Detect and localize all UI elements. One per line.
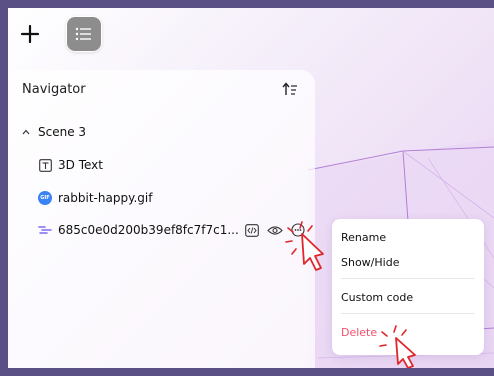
- app-window: Navigator Scene 3 3D Text GIF rabbit-hap…: [8, 8, 494, 368]
- tree-item-3d-text[interactable]: 3D Text: [38, 158, 103, 172]
- menu-divider: [341, 313, 474, 314]
- tree-item-label: rabbit-happy.gif: [58, 191, 153, 205]
- gif-badge-text: GIF: [40, 195, 50, 201]
- scene-label: Scene 3: [38, 125, 87, 139]
- pointer-cursor-icon: [379, 325, 416, 368]
- tree-item-scene[interactable]: Scene 3: [22, 125, 86, 139]
- code-icon[interactable]: [244, 223, 259, 237]
- menu-divider: [341, 278, 474, 279]
- custom-code-icon: [38, 226, 52, 234]
- menu-item-show-hide[interactable]: Show/Hide: [341, 256, 399, 269]
- menu-item-rename[interactable]: Rename: [341, 231, 386, 244]
- menu-item-custom-code[interactable]: Custom code: [341, 291, 413, 304]
- tree-item-gif[interactable]: GIF rabbit-happy.gif: [38, 191, 152, 205]
- navigator-title: Navigator: [22, 82, 86, 97]
- chevron-up-icon[interactable]: [22, 129, 30, 135]
- pointer-cursor-icon: [285, 221, 324, 271]
- text-box-icon: [38, 158, 52, 172]
- tree-item-label: 685c0e0d200b39ef8fc7f7c1...: [58, 223, 239, 237]
- plus-icon: [20, 24, 40, 44]
- gif-icon: GIF: [38, 191, 52, 205]
- list-icon: [75, 27, 91, 41]
- navigator-panel: Navigator Scene 3 3D Text GIF rabbit-hap…: [8, 70, 315, 368]
- eye-icon[interactable]: [267, 225, 283, 236]
- navigator-toggle-button[interactable]: [66, 16, 102, 52]
- add-button[interactable]: [12, 16, 48, 52]
- menu-item-delete[interactable]: Delete: [341, 326, 377, 339]
- sort-arrow-icon[interactable]: [282, 82, 298, 96]
- tree-item-custom-code[interactable]: 685c0e0d200b39ef8fc7f7c1...: [38, 223, 306, 237]
- tree-item-label: 3D Text: [58, 158, 103, 172]
